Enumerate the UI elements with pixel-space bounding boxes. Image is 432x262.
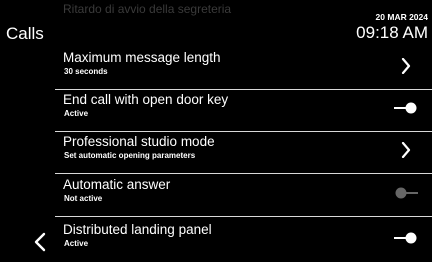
- setting-value: Active: [64, 239, 89, 248]
- setting-row-max-message-length[interactable]: Maximum message length 30 seconds: [55, 48, 432, 90]
- time-label: 09:18 AM: [356, 23, 428, 42]
- setting-value: Set automatic opening parameters: [64, 151, 196, 160]
- chevron-right-icon[interactable]: [392, 138, 420, 162]
- scrolled-row-label: Ritardo di avvio della segreteria: [63, 2, 232, 16]
- chevron-right-icon[interactable]: [392, 54, 420, 78]
- setting-label: Maximum message length: [63, 50, 221, 65]
- setting-value: Not active: [64, 194, 103, 203]
- setting-row-automatic-answer[interactable]: Automatic answer Not active: [55, 175, 432, 217]
- row-separator: [55, 173, 432, 174]
- setting-label: Distributed landing panel: [63, 222, 212, 237]
- toggle-on-icon[interactable]: [392, 96, 420, 120]
- setting-label: Automatic answer: [63, 177, 171, 192]
- row-separator: [55, 216, 432, 217]
- back-icon[interactable]: [28, 227, 52, 257]
- setting-label: Professional studio mode: [63, 134, 215, 149]
- toggle-off-icon[interactable]: [392, 181, 420, 205]
- setting-row-professional-studio-mode[interactable]: Professional studio mode Set automatic o…: [55, 132, 432, 174]
- setting-row-end-call-open-door[interactable]: End call with open door key Active: [55, 90, 432, 132]
- setting-value: Active: [64, 109, 89, 118]
- page-title: Calls: [6, 24, 44, 43]
- setting-value: 30 seconds: [64, 67, 108, 76]
- toggle-on-icon[interactable]: [392, 226, 420, 250]
- setting-label: End call with open door key: [63, 92, 229, 107]
- date-label: 20 MAR 2024: [375, 12, 428, 22]
- setting-row-distributed-landing-panel[interactable]: Distributed landing panel Active: [55, 220, 432, 262]
